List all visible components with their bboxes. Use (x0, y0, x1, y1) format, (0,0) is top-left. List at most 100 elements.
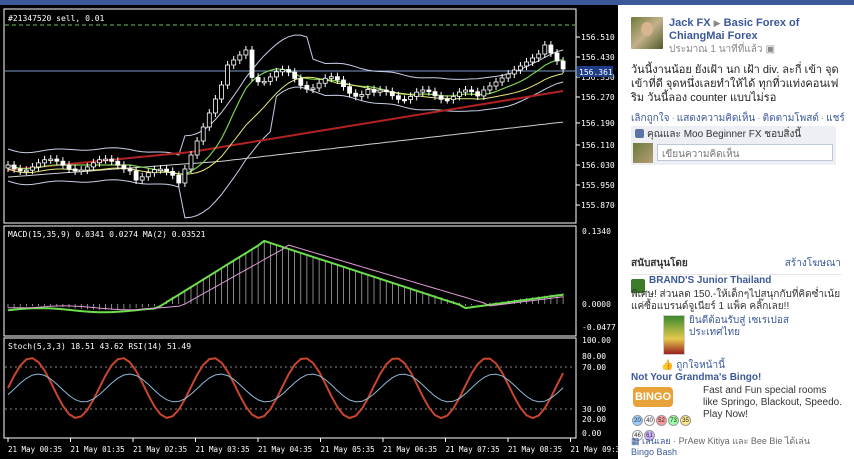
candle-body (371, 89, 377, 93)
candle-body (36, 162, 41, 168)
candle-body (518, 65, 523, 71)
candle-body (286, 69, 292, 73)
candle-body (127, 168, 133, 172)
sponsored-label: สนับสนุนโดย (631, 258, 688, 269)
time-tick-label: 21 May 00:35 (8, 445, 62, 454)
candle-body (359, 94, 365, 97)
stoch-tick-label: 0.00 (582, 429, 601, 438)
author-link[interactable]: Jack FX (669, 17, 711, 29)
candle-body (158, 168, 163, 172)
candle-body (322, 77, 328, 84)
macd-tick-label: -0.0477 (582, 323, 616, 332)
current-price-label: 156.361 (579, 68, 613, 77)
candle-body (310, 87, 316, 90)
thumbs-up-icon: 👍 (661, 360, 674, 371)
candle-body (188, 154, 194, 170)
play-link[interactable]: เล่นเลย (642, 436, 671, 446)
candle-body (23, 169, 29, 173)
unlike-link[interactable]: เลิกถูกใจ (631, 113, 669, 124)
candle-body (29, 166, 35, 171)
time-tick-label: 21 May 03:35 (196, 445, 250, 454)
candle-body (194, 140, 200, 156)
bingo-ball: 40 (644, 415, 655, 426)
candle-body (66, 164, 72, 170)
like-page-link[interactable]: 👍 ถูกใจหน้านี้ (661, 358, 725, 373)
game-icon: ▦ (631, 436, 640, 446)
candle-body (511, 69, 517, 75)
candle-body (420, 89, 426, 93)
bingo-logo: BINGO (633, 387, 673, 407)
game-name[interactable]: Bingo Bash (631, 447, 677, 457)
candle-body (231, 59, 237, 66)
candle-body (554, 52, 560, 62)
post-body: วันนี้งานน้อย ยังเฝ้า นก เฝ้า div. ละกี่… (631, 64, 839, 104)
candle-body (389, 91, 395, 97)
candle-body (444, 98, 450, 102)
candle-body (151, 169, 157, 174)
comment-row: เขียนความคิดเห็น (631, 141, 836, 165)
ma-mid-line (7, 73, 564, 175)
price-tick-label: 155.950 (581, 181, 615, 190)
candle-body (54, 158, 60, 162)
post-time[interactable]: ประมาณ 1 นาทีที่แล้ว (669, 44, 763, 55)
candle-body (487, 85, 493, 91)
stoch-panel-frame (3, 337, 577, 439)
ad-bingo-footer: ▦ เล่นเลย · PrAew Kitiya และ Bee Bie ได้… (631, 436, 810, 457)
candle-body (475, 91, 481, 97)
stoch-axis: 100.00 80.00 70.00 30.0020.00 0.00 (5, 336, 611, 438)
stoch-tick-label: 70.00 (582, 363, 606, 372)
candle-body (273, 71, 279, 78)
moving-averages (7, 59, 564, 178)
candle-body (121, 164, 127, 170)
candle-body (206, 112, 212, 128)
price-tick-label: 156.510 (581, 33, 615, 42)
ad-bingo: Not Your Grandma's Bingo! BINGO 20 40 52 73… (631, 372, 846, 457)
candle-body (426, 89, 432, 93)
candle-body (524, 61, 529, 67)
candle-body (237, 54, 243, 61)
candle-body (11, 164, 17, 170)
sponsored-header: สนับสนุนโดย สร้างโฆษณา (631, 256, 841, 275)
candle-body (298, 78, 304, 86)
price-tick-label: 156.430 (581, 53, 615, 62)
bingo-image[interactable]: BINGO 20 40 52 73 3546 61 (631, 385, 697, 441)
post-actions: เลิกถูกใจ · แสดงความคิดเห็น · ติดตามโพสต์ · แช… (631, 113, 845, 124)
like-page-label[interactable]: ถูกใจหน้านี้ (676, 360, 725, 371)
candle-body (408, 96, 414, 101)
rsi-line (7, 373, 564, 403)
candle-body (438, 95, 444, 100)
follow-post-link[interactable]: ติดตามโพสต์ (763, 113, 819, 124)
ad-brands-link[interactable]: ยินดีต้อนรับสู่ เซเรเปอส ประเทศไทย (689, 315, 839, 339)
candle-body (530, 57, 535, 63)
ad-brands-title[interactable]: BRAND'S Junior Thailand (649, 275, 771, 286)
ad-brands-body: พิเศษ! ส่วนลด 150.-ให้เด็กๆไปสนุกกับที่ค… (631, 289, 841, 312)
chart-canvas[interactable]: #21347520 sell, 0.01 156.510 156.430 156.3… (0, 5, 618, 459)
time-tick-label: 21 May 06:35 (383, 445, 437, 454)
likes-text[interactable]: คุณและ Moo Beginner FX ชอบสิ่งนี้ (647, 129, 801, 140)
price-panel-frame (3, 8, 577, 224)
macd-indicator (7, 239, 564, 314)
bingo-ball: 73 (668, 415, 679, 426)
candle-body (450, 95, 456, 101)
forex-chart[interactable]: #21347520 sell, 0.01 156.510 156.430 156.3… (0, 5, 618, 459)
price-axis: 156.510156.430156.350156.270156.190156.1… (576, 33, 615, 210)
globe-icon: ▣ (765, 44, 776, 55)
candle-body (560, 60, 566, 70)
candle-body (182, 168, 188, 184)
comment-link[interactable]: แสดงความคิดเห็น (677, 113, 755, 124)
candle-body (481, 89, 487, 97)
candle-body (456, 91, 462, 97)
candle-body (212, 98, 218, 114)
share-link[interactable]: แชร์ (826, 113, 845, 124)
ad-bingo-body: Fast and Fun special rooms like Springo,… (703, 385, 842, 420)
candle-body (469, 89, 475, 93)
comment-input[interactable]: เขียนความคิดเห็น (657, 144, 833, 161)
candle-body (536, 53, 542, 59)
ad-brands-image[interactable] (663, 315, 685, 355)
candle-body (42, 159, 47, 164)
create-ad-link[interactable]: สร้างโฆษณา (785, 256, 841, 271)
time-tick-label: 21 May 07:35 (446, 445, 500, 454)
ad-bingo-title[interactable]: Not Your Grandma's Bingo! (631, 372, 846, 383)
time-tick-label: 21 May 02:35 (133, 445, 187, 454)
author-avatar[interactable] (631, 17, 663, 49)
